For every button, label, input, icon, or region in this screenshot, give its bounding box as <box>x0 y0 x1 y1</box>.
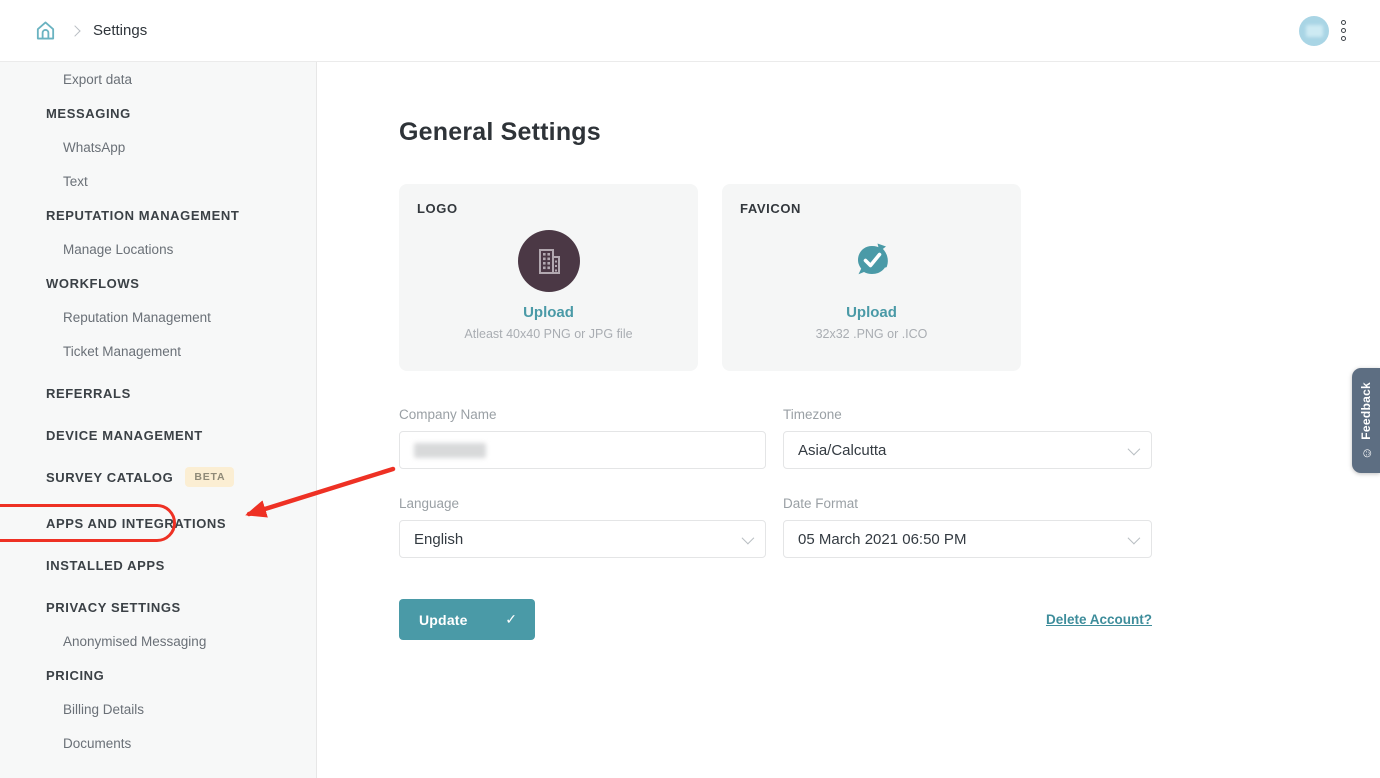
sidebar-item-label: Billing Details <box>63 702 144 717</box>
sidebar-item-label: REFERRALS <box>46 386 131 401</box>
sidebar-section-referrals[interactable]: REFERRALS <box>0 376 316 410</box>
check-icon: ✓ <box>505 611 517 628</box>
favicon-card: FAVICON Upload 32x32 .PNG or .ICO <box>722 184 1021 371</box>
sidebar-item-whatsapp[interactable]: WhatsApp <box>0 130 316 164</box>
chevron-down-icon <box>1128 442 1141 455</box>
logo-card: LOGO Upload Atleast 4 <box>399 184 698 371</box>
sidebar-item-reputation-management[interactable]: Reputation Management <box>0 300 316 334</box>
feedback-tab-label: Feedback <box>1359 381 1373 439</box>
language-label: Language <box>399 496 766 511</box>
favicon-image[interactable] <box>841 230 903 292</box>
update-button-label: Update <box>419 612 468 628</box>
date-format-value: 05 March 2021 06:50 PM <box>798 531 966 548</box>
main-content: General Settings LOGO <box>318 63 1380 778</box>
sidebar-item-label: APPS AND INTEGRATIONS <box>46 516 226 531</box>
logo-card-label: LOGO <box>417 201 458 216</box>
timezone-select[interactable]: Asia/Calcutta <box>783 431 1152 469</box>
timezone-label: Timezone <box>783 407 1152 422</box>
date-format-field: Date Format 05 March 2021 06:50 PM <box>783 496 1152 558</box>
company-name-label: Company Name <box>399 407 766 422</box>
smiley-icon: ☺ <box>1360 446 1373 459</box>
date-format-label: Date Format <box>783 496 1152 511</box>
home-icon[interactable] <box>34 19 57 42</box>
sidebar-section-privacy-settings[interactable]: PRIVACY SETTINGS <box>0 590 316 624</box>
sidebar-item-label: Export data <box>63 72 132 87</box>
logo-image[interactable] <box>518 230 580 292</box>
language-field: Language English <box>399 496 766 558</box>
beta-badge: BETA <box>185 467 234 487</box>
sidebar-section-workflows[interactable]: WORKFLOWS <box>0 266 316 300</box>
sidebar-item-label: WhatsApp <box>63 140 125 155</box>
sidebar-item-ticket-management[interactable]: Ticket Management <box>0 334 316 368</box>
chevron-down-icon <box>1128 531 1141 544</box>
chevron-down-icon <box>742 531 755 544</box>
update-button[interactable]: Update ✓ <box>399 599 535 640</box>
feedback-tab[interactable]: ☺ Feedback <box>1352 368 1380 473</box>
company-name-field: Company Name <box>399 407 766 469</box>
redacted-company-name <box>414 443 486 458</box>
sidebar-item-label: Anonymised Messaging <box>63 634 206 649</box>
language-select[interactable]: English <box>399 520 766 558</box>
sidebar-section-installed-apps[interactable]: INSTALLED APPS <box>0 548 316 582</box>
top-header: Settings <box>0 0 1380 62</box>
sidebar-item-label: PRIVACY SETTINGS <box>46 600 181 615</box>
kebab-menu-icon[interactable] <box>1339 16 1348 45</box>
sidebar-section-messaging[interactable]: MESSAGING <box>0 96 316 130</box>
sidebar-item-label: Ticket Management <box>63 344 181 359</box>
logo-upload-button[interactable]: Upload <box>523 304 574 321</box>
breadcrumb: Settings <box>34 19 147 42</box>
sidebar-item-documents[interactable]: Documents <box>0 726 316 760</box>
sidebar-item-label: MESSAGING <box>46 106 131 121</box>
timezone-value: Asia/Calcutta <box>798 442 886 459</box>
sidebar-section-device-management[interactable]: DEVICE MANAGEMENT <box>0 418 316 452</box>
date-format-select[interactable]: 05 March 2021 06:50 PM <box>783 520 1152 558</box>
sidebar-item-label: Manage Locations <box>63 242 173 257</box>
sidebar-section-apps-and-integrations[interactable]: APPS AND INTEGRATIONS <box>0 506 316 540</box>
favicon-upload-hint: 32x32 .PNG or .ICO <box>816 327 928 341</box>
sidebar-item-label: INSTALLED APPS <box>46 558 165 573</box>
company-name-input[interactable] <box>399 431 766 469</box>
sidebar-item-text[interactable]: Text <box>0 164 316 198</box>
sidebar-item-label: PRICING <box>46 668 104 683</box>
avatar[interactable] <box>1299 16 1329 46</box>
breadcrumb-chevron-icon <box>69 25 80 36</box>
sidebar-item-label: SURVEY CATALOG <box>46 470 173 485</box>
sidebar-item-export-data[interactable]: Export data <box>0 62 316 96</box>
delete-account-link[interactable]: Delete Account? <box>1046 612 1152 627</box>
sidebar-section-survey-catalog[interactable]: SURVEY CATALOG BETA <box>0 460 316 494</box>
sidebar-item-label: REPUTATION MANAGEMENT <box>46 208 239 223</box>
sidebar-item-label: DEVICE MANAGEMENT <box>46 428 203 443</box>
sidebar-item-billing-details[interactable]: Billing Details <box>0 692 316 726</box>
favicon-upload-button[interactable]: Upload <box>846 304 897 321</box>
page-title: General Settings <box>399 118 1380 147</box>
sidebar-section-pricing[interactable]: PRICING <box>0 658 316 692</box>
favicon-bird-icon <box>850 239 894 283</box>
favicon-card-label: FAVICON <box>740 201 801 216</box>
logo-upload-hint: Atleast 40x40 PNG or JPG file <box>464 327 632 341</box>
sidebar: Export data MESSAGING WhatsApp Text REPU… <box>0 62 317 778</box>
sidebar-item-label: Reputation Management <box>63 310 211 325</box>
timezone-field: Timezone Asia/Calcutta <box>783 407 1152 469</box>
sidebar-section-reputation-management[interactable]: REPUTATION MANAGEMENT <box>0 198 316 232</box>
avatar-blurred-logo <box>1306 25 1323 37</box>
breadcrumb-current: Settings <box>93 22 147 39</box>
sidebar-item-anonymised-messaging[interactable]: Anonymised Messaging <box>0 624 316 658</box>
sidebar-item-label: WORKFLOWS <box>46 276 140 291</box>
building-icon <box>534 246 564 276</box>
language-value: English <box>414 531 463 548</box>
sidebar-item-label: Text <box>63 174 88 189</box>
sidebar-item-label: Documents <box>63 736 131 751</box>
sidebar-item-manage-locations[interactable]: Manage Locations <box>0 232 316 266</box>
